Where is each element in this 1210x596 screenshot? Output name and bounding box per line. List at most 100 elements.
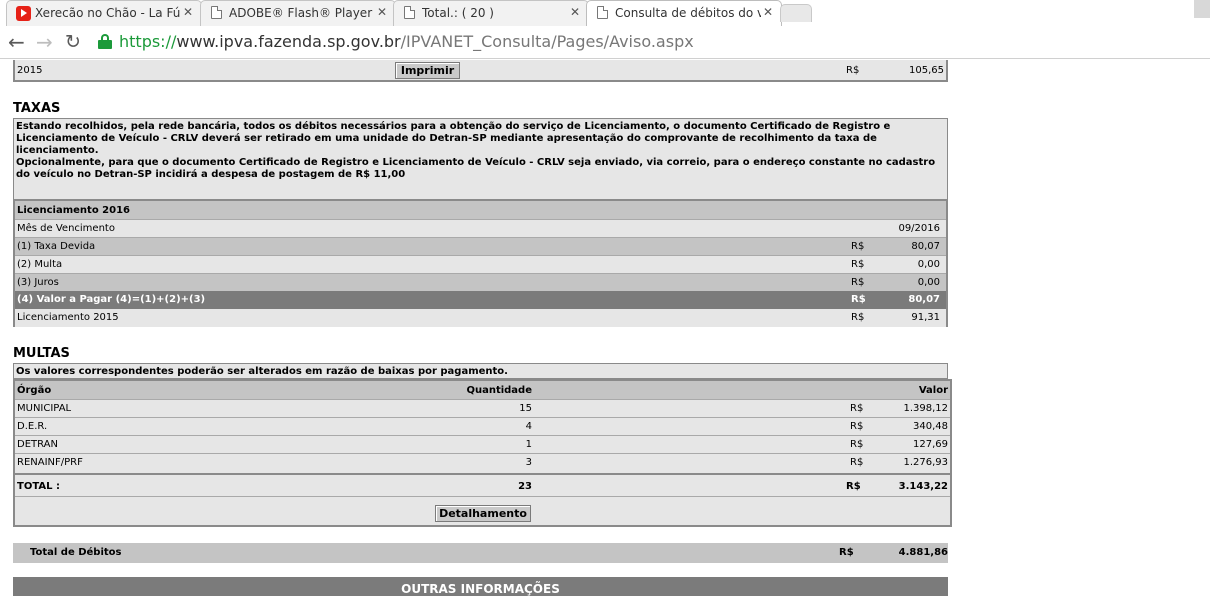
notice-paragraph-2: Opcionalmente, para que o documento Cert… <box>16 157 936 180</box>
tab-total[interactable]: Total.: ( 20 ) ✕ <box>393 0 589 26</box>
tab-youtube[interactable]: Xerecão no Chão - La Fúria ✕ <box>6 0 202 26</box>
row-orgao: D.E.R. <box>17 421 48 432</box>
total-debitos-currency: R$ <box>839 547 854 558</box>
table-row: Licenciamento 2015 R$ 91,31 <box>15 309 946 327</box>
document-icon <box>211 6 222 19</box>
year-label: 2015 <box>17 65 43 76</box>
row-label: Licenciamento 2015 <box>17 312 119 323</box>
table-row: (2) Multa R$ 0,00 <box>15 255 946 273</box>
document-icon <box>597 6 608 19</box>
taxas-title: TAXAS <box>13 101 61 116</box>
row-currency: R$ <box>850 403 864 414</box>
new-tab-button[interactable] <box>780 4 812 22</box>
value-label: 105,65 <box>909 65 944 76</box>
table-header: Órgão Quantidade Valor <box>15 381 950 399</box>
tab-flash[interactable]: ADOBE® Flash® Player ✕ <box>200 0 396 26</box>
page-content: 2015 Imprimir R$ 105,65 TAXAS Estando re… <box>0 60 1210 596</box>
print-button[interactable]: Imprimir <box>395 62 460 79</box>
tab-bar: Xerecão no Chão - La Fúria ✕ ADOBE® Flas… <box>0 0 1210 26</box>
tab-label: Consulta de débitos do veículo <box>615 6 761 20</box>
close-icon[interactable]: ✕ <box>183 5 193 19</box>
window-control[interactable] <box>1194 0 1210 18</box>
row-value: 0,00 <box>917 277 940 288</box>
row-currency: R$ <box>851 294 866 305</box>
licenciamento-header: Licenciamento 2016 <box>17 205 131 216</box>
total-quantidade: 23 <box>518 481 532 492</box>
row-currency: R$ <box>851 312 865 323</box>
row-currency: R$ <box>850 421 864 432</box>
row-orgao: RENAINF/PRF <box>17 457 83 468</box>
table-row: RENAINF/PRF 3 R$ 1.276,93 <box>15 453 950 471</box>
total-currency: R$ <box>846 481 861 492</box>
row-currency: R$ <box>850 457 864 468</box>
notice-text: Estando recolhidos, pela rede bancária, … <box>16 121 941 181</box>
total-valor: 3.143,22 <box>898 481 948 492</box>
row-valor: 340,48 <box>913 421 948 432</box>
url-bar[interactable]: https://www.ipva.fazenda.sp.gov.br/IPVAN… <box>119 32 694 51</box>
row-currency: R$ <box>850 439 864 450</box>
row-quantidade: 4 <box>525 421 532 432</box>
taxas-notice: Estando recolhidos, pela rede bancária, … <box>13 118 948 200</box>
multas-title: MULTAS <box>13 346 70 361</box>
row-label: (3) Juros <box>17 277 59 288</box>
url-path: /IPVANET_Consulta/Pages/Aviso.aspx <box>400 32 694 51</box>
row-orgao: MUNICIPAL <box>17 403 72 414</box>
table-row: (3) Juros R$ 0,00 <box>15 273 946 291</box>
reload-icon[interactable]: ↻ <box>65 30 81 54</box>
multas-notice-text: Os valores correspondentes poderão ser a… <box>16 366 508 377</box>
table-row-total: (4) Valor a Pagar (4)=(1)+(2)+(3) R$ 80,… <box>15 291 946 309</box>
row-label: (1) Taxa Devida <box>17 241 96 252</box>
forward-icon[interactable]: → <box>36 30 53 54</box>
table-header: Licenciamento 2016 <box>15 201 946 219</box>
tab-label: Total.: ( 20 ) <box>422 6 494 20</box>
total-debitos-row: Total de Débitos R$ 4.881,86 <box>13 543 948 563</box>
row-label: (2) Multa <box>17 259 63 270</box>
row-currency: R$ <box>851 277 865 288</box>
close-icon[interactable]: ✕ <box>570 5 580 19</box>
row-quantidade: 3 <box>525 457 532 468</box>
row-value: 80,07 <box>911 241 940 252</box>
total-label: TOTAL : <box>17 481 60 492</box>
header-valor: Valor <box>918 385 948 396</box>
row-currency: R$ <box>851 259 865 270</box>
row-quantidade: 1 <box>525 439 532 450</box>
row-quantidade: 15 <box>519 403 532 414</box>
row-value: 0,00 <box>917 259 940 270</box>
tab-consulta[interactable]: Consulta de débitos do veículo ✕ <box>586 0 782 26</box>
table-row: DETRAN 1 R$ 127,69 <box>15 435 950 453</box>
url-scheme: https:// <box>119 32 177 51</box>
notice-paragraph-1: Estando recolhidos, pela rede bancária, … <box>16 121 891 156</box>
url-host: www.ipva.fazenda.sp.gov.br <box>176 32 401 51</box>
total-debitos-value: 4.881,86 <box>898 547 948 558</box>
table-row: Mês de Vencimento 09/2016 <box>15 219 946 237</box>
close-icon[interactable]: ✕ <box>763 5 773 19</box>
document-icon <box>404 6 415 19</box>
header-quantidade: Quantidade <box>466 385 532 396</box>
row-valor: 127,69 <box>913 439 948 450</box>
table-row-total: TOTAL : 23 R$ 3.143,22 <box>15 473 950 497</box>
licenciamento-table: Licenciamento 2016 Mês de Vencimento 09/… <box>13 199 948 327</box>
table-row: MUNICIPAL 15 R$ 1.398,12 <box>15 399 950 417</box>
youtube-icon <box>16 6 31 21</box>
row-valor: 1.398,12 <box>903 403 948 414</box>
tab-label: ADOBE® Flash® Player <box>229 6 373 20</box>
close-icon[interactable]: ✕ <box>377 5 387 19</box>
row-valor: 1.276,93 <box>903 457 948 468</box>
row-value: 80,07 <box>908 294 940 305</box>
total-debitos-label: Total de Débitos <box>30 547 122 558</box>
due-value: 09/2016 <box>898 223 940 234</box>
row-value: 91,31 <box>911 312 940 323</box>
table-row: (1) Taxa Devida R$ 80,07 <box>15 237 946 255</box>
address-toolbar: ← → ↻ https://www.ipva.fazenda.sp.gov.br… <box>0 26 1210 59</box>
row-currency: R$ <box>851 241 865 252</box>
detalhamento-button[interactable]: Detalhamento <box>435 505 531 522</box>
header-orgao: Órgão <box>17 385 52 396</box>
lock-icon[interactable] <box>98 34 112 49</box>
tab-label: Xerecão no Chão - La Fúria <box>35 6 181 20</box>
table-row: D.E.R. 4 R$ 340,48 <box>15 417 950 435</box>
back-icon[interactable]: ← <box>8 30 25 54</box>
multas-table: Órgão Quantidade Valor MUNICIPAL 15 R$ 1… <box>13 379 952 527</box>
multas-notice: Os valores correspondentes poderão ser a… <box>13 363 948 379</box>
currency-label: R$ <box>846 65 860 76</box>
due-label: Mês de Vencimento <box>17 223 115 234</box>
